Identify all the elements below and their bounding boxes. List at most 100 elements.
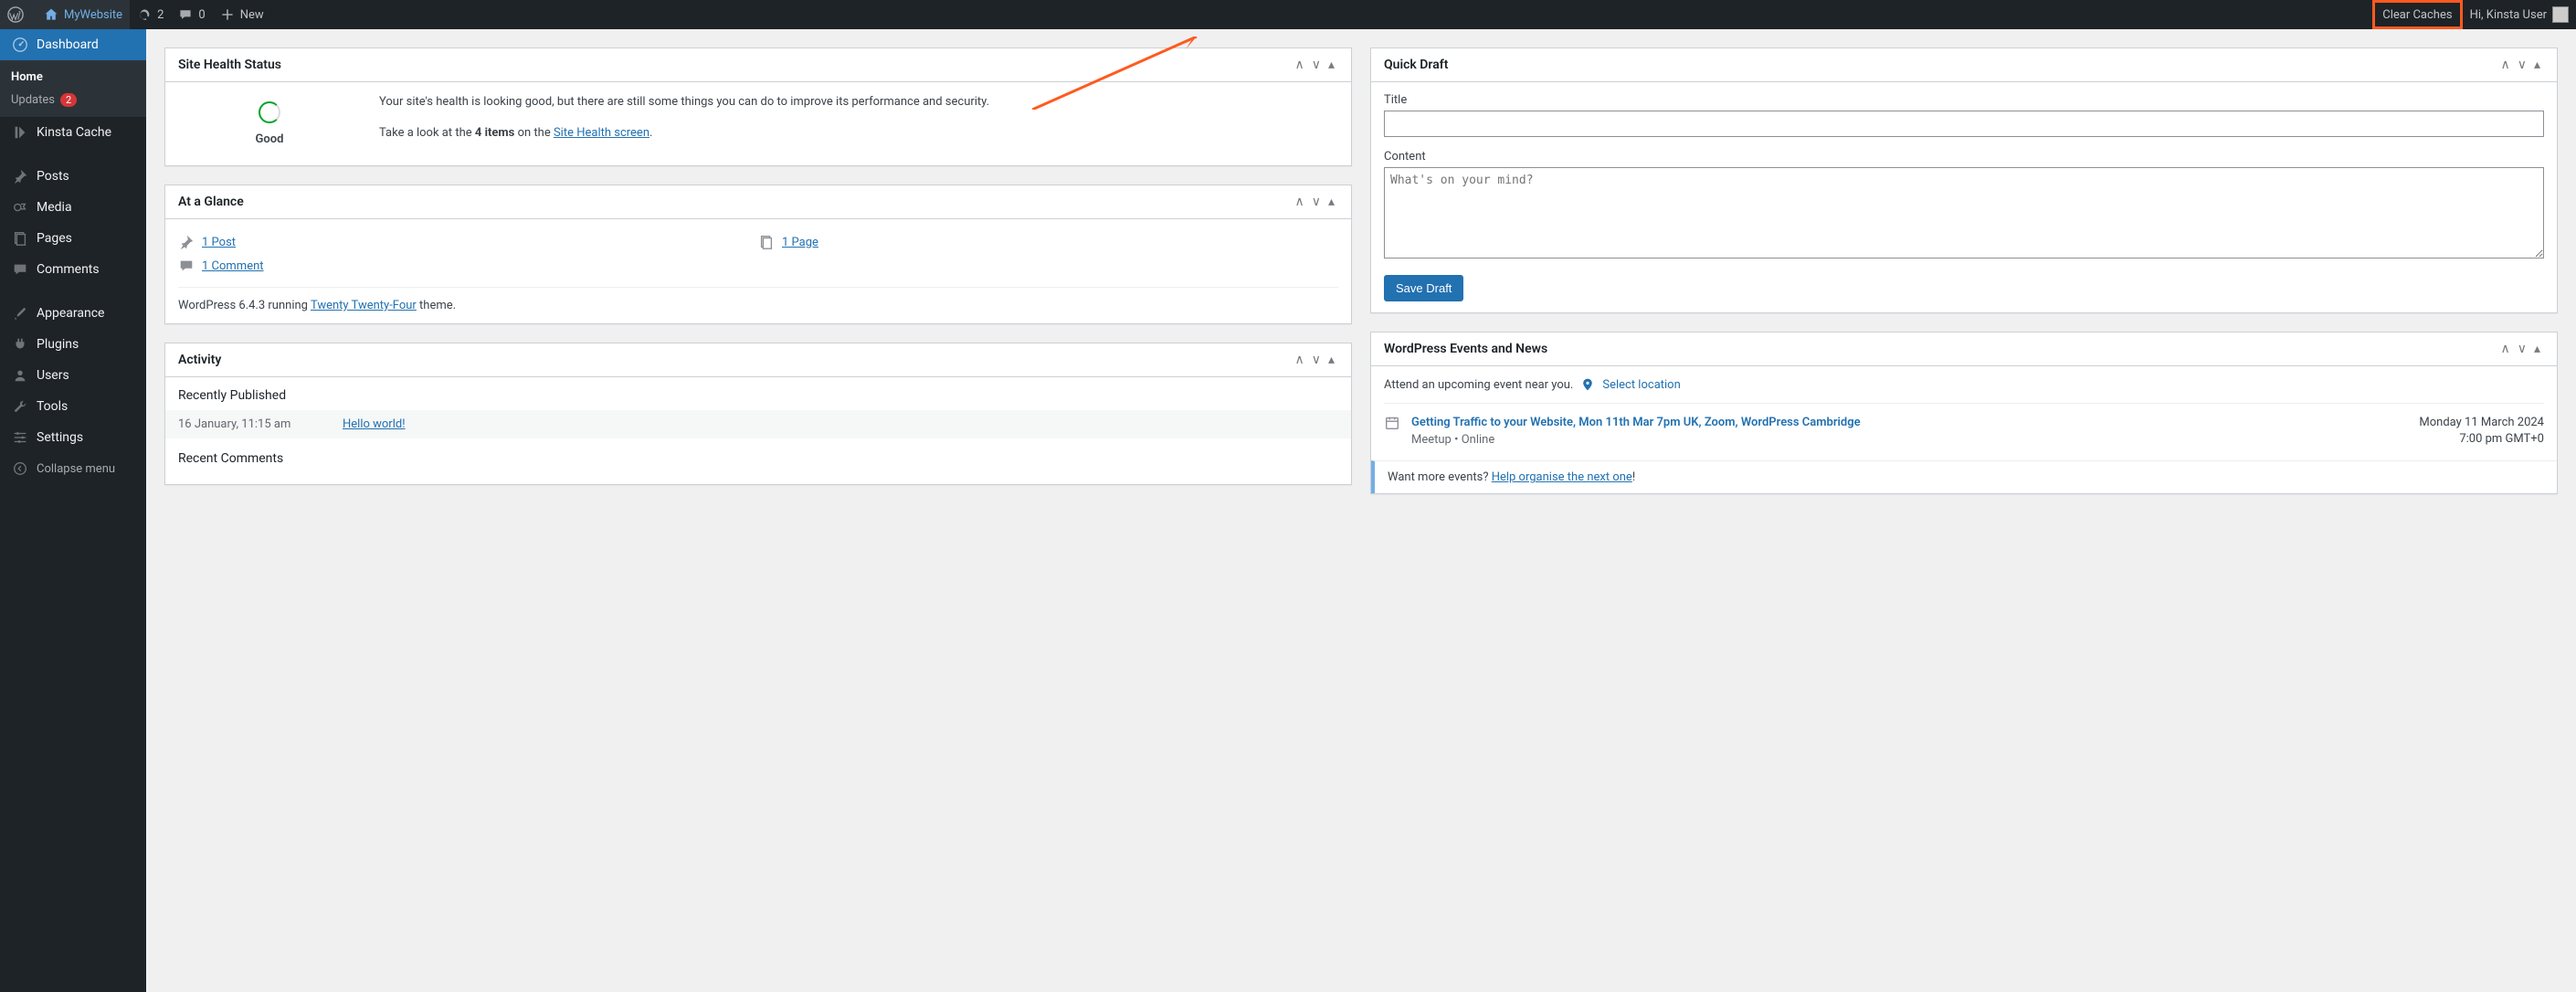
health-circle-icon: [259, 101, 280, 123]
widget-title: WordPress Events and News: [1384, 342, 2497, 356]
at-a-glance-widget: At a Glance ∧ ∨ ▴ 1 Post 1 Page: [164, 185, 1352, 324]
pin-icon: [11, 168, 29, 185]
toggle-button[interactable]: ▴: [1325, 353, 1338, 367]
user-account-link[interactable]: Hi, Kinsta User: [2463, 0, 2576, 29]
sidebar-sub-home[interactable]: Home: [0, 66, 146, 89]
recent-comments-heading: Recent Comments: [178, 451, 1338, 466]
health-action-text: Take a look at the 4 items on the Site H…: [379, 124, 989, 142]
move-up-button[interactable]: ∧: [2497, 58, 2513, 72]
save-draft-button[interactable]: Save Draft: [1384, 275, 1463, 301]
calendar-icon: [1384, 415, 1402, 448]
move-down-button[interactable]: ∨: [1308, 353, 1325, 367]
toggle-button[interactable]: ▴: [1325, 195, 1338, 209]
pages-link[interactable]: 1 Page: [782, 236, 818, 249]
toggle-button[interactable]: ▴: [2530, 342, 2544, 356]
event-link[interactable]: Getting Traffic to your Website, Mon 11t…: [1411, 416, 1861, 429]
sidebar-item-label: Dashboard: [37, 37, 99, 52]
sidebar-item-tools[interactable]: Tools: [0, 391, 146, 422]
health-indicator: Good: [178, 93, 361, 154]
glance-footer: WordPress 6.4.3 running Twenty Twenty-Fo…: [178, 287, 1338, 312]
sidebar-item-comments[interactable]: Comments: [0, 254, 146, 285]
dashboard-icon: [11, 37, 29, 53]
attend-text: Attend an upcoming event near you.: [1384, 378, 1573, 392]
updates-badge: 2: [60, 93, 77, 107]
move-down-button[interactable]: ∨: [1308, 58, 1325, 72]
activity-widget: Activity ∧ ∨ ▴ Recently Published 16 Jan…: [164, 343, 1352, 485]
move-down-button[interactable]: ∨: [1308, 195, 1325, 209]
sidebar-item-appearance[interactable]: Appearance: [0, 298, 146, 329]
admin-toolbar: MyWebsite 2 0 New Clear Caches Hi, Kinst…: [0, 0, 2576, 29]
glance-posts: 1 Post: [178, 230, 758, 254]
updates-count: 2: [157, 8, 164, 22]
event-date: Monday 11 March 2024: [2419, 415, 2544, 431]
sidebar-item-posts[interactable]: Posts: [0, 161, 146, 192]
sliders-icon: [11, 429, 29, 446]
activity-row: 16 January, 11:15 am Hello world!: [165, 410, 1351, 438]
sidebar-item-plugins[interactable]: Plugins: [0, 329, 146, 360]
post-link[interactable]: Hello world!: [343, 417, 406, 431]
health-status-label: Good: [256, 132, 284, 146]
media-icon: [11, 199, 29, 216]
clear-caches-button[interactable]: Clear Caches: [2372, 0, 2462, 29]
move-up-button[interactable]: ∧: [2497, 342, 2513, 356]
toggle-button[interactable]: ▴: [2530, 58, 2544, 72]
move-up-button[interactable]: ∧: [1291, 58, 1307, 72]
publish-date: 16 January, 11:15 am: [178, 417, 343, 431]
posts-link[interactable]: 1 Post: [202, 236, 236, 249]
greeting-text: Hi, Kinsta User: [2470, 8, 2547, 22]
pin-icon: [178, 234, 196, 250]
pages-icon: [11, 230, 29, 247]
refresh-icon: [137, 7, 152, 22]
event-item: Getting Traffic to your Website, Mon 11t…: [1384, 415, 2544, 448]
plug-icon: [11, 336, 29, 353]
widget-title: Quick Draft: [1384, 58, 2497, 72]
draft-title-input[interactable]: [1384, 111, 2544, 137]
sidebar-sub-updates[interactable]: Updates 2: [0, 89, 146, 111]
health-description: Your site's health is looking good, but …: [379, 93, 989, 111]
sidebar-item-users[interactable]: Users: [0, 360, 146, 391]
comments-count: 0: [198, 8, 205, 22]
glance-comments: 1 Comment: [178, 254, 758, 278]
widget-title: Site Health Status: [178, 58, 1291, 72]
widget-title: Activity: [178, 353, 1291, 367]
wp-logo[interactable]: [0, 0, 37, 29]
title-label: Title: [1384, 93, 2544, 107]
events-footer: Want more events? Help organise the next…: [1371, 460, 2557, 493]
sidebar-item-media[interactable]: Media: [0, 192, 146, 223]
user-icon: [11, 367, 29, 384]
new-content-link[interactable]: New: [213, 0, 271, 29]
admin-sidebar: Dashboard Home Updates 2 Kinsta Cache Po…: [0, 29, 146, 992]
dashboard-submenu: Home Updates 2: [0, 60, 146, 117]
events-news-widget: WordPress Events and News ∧ ∨ ▴ Attend a…: [1370, 332, 2558, 494]
move-down-button[interactable]: ∨: [2514, 58, 2530, 72]
collapse-menu-button[interactable]: Collapse menu: [0, 453, 146, 484]
dashboard-content: Site Health Status ∧ ∨ ▴ Good Your site'…: [146, 29, 2576, 512]
comments-link[interactable]: 0: [171, 0, 212, 29]
move-up-button[interactable]: ∧: [1291, 195, 1307, 209]
glance-pages: 1 Page: [758, 230, 1338, 254]
sidebar-item-settings[interactable]: Settings: [0, 422, 146, 453]
comment-icon: [178, 7, 193, 22]
kinsta-icon: [11, 124, 29, 141]
comments-icon: [11, 261, 29, 278]
comment-icon: [178, 258, 196, 274]
wrench-icon: [11, 398, 29, 415]
toggle-button[interactable]: ▴: [1325, 58, 1338, 72]
updates-link[interactable]: 2: [130, 0, 171, 29]
move-down-button[interactable]: ∨: [2514, 342, 2530, 356]
plus-icon: [220, 7, 235, 22]
sidebar-item-pages[interactable]: Pages: [0, 223, 146, 254]
theme-link[interactable]: Twenty Twenty-Four: [311, 299, 417, 312]
draft-content-textarea[interactable]: [1384, 167, 2544, 259]
sidebar-item-kinsta-cache[interactable]: Kinsta Cache: [0, 117, 146, 148]
site-name-link[interactable]: MyWebsite: [37, 0, 130, 29]
sidebar-item-dashboard[interactable]: Dashboard: [0, 29, 146, 60]
move-up-button[interactable]: ∧: [1291, 353, 1307, 367]
organise-link[interactable]: Help organise the next one: [1492, 470, 1632, 484]
comments-link[interactable]: 1 Comment: [202, 259, 264, 273]
event-time: 7:00 pm GMT+0: [2419, 431, 2544, 448]
recently-published-heading: Recently Published: [178, 388, 1338, 403]
select-location-link[interactable]: Select location: [1602, 378, 1680, 392]
site-health-link[interactable]: Site Health screen: [554, 126, 649, 140]
event-meta: Meetup • Online: [1411, 433, 2410, 447]
